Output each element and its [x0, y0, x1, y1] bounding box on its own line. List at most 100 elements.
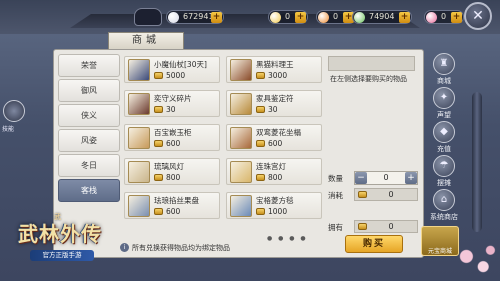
shop-item[interactable]: 琉璃风灯 800	[124, 158, 220, 185]
add-currency-button[interactable]: +	[211, 12, 222, 23]
item-price-value: 5000	[166, 71, 186, 80]
item-name: 连珠宫灯	[256, 162, 286, 171]
side-label: 系统商店	[430, 213, 458, 221]
gold-icon	[154, 208, 163, 215]
item-price: 1000	[256, 207, 287, 216]
item-icon	[230, 127, 252, 149]
reputation-icon: ✦	[433, 87, 455, 109]
currency-5: 0 +	[424, 10, 464, 24]
item-name: 黑猫料理王	[256, 60, 294, 69]
currency-icon	[168, 12, 179, 23]
owned-value-text: 0	[388, 222, 394, 231]
gold-icon	[154, 140, 163, 147]
item-name: 奕守义碎片	[154, 94, 192, 103]
currency-value: 0	[333, 12, 339, 21]
item-grid: 小魔仙杖[30天] 5000 黑猫料理王 3000 奕守义碎片 30 家具鉴定符 30 百宝嵌玉…	[124, 56, 322, 233]
owned-label: 拥有	[328, 223, 343, 232]
shop-item[interactable]: 百宝嵌玉柜 600	[124, 124, 220, 151]
owned-value: 0	[354, 220, 418, 233]
item-name: 宝格菱方毯	[256, 196, 294, 205]
skill-avatar-label: 技能	[2, 126, 15, 133]
item-price: 600	[154, 139, 180, 148]
shop-item[interactable]: 双鸾菱花坐榻 600	[226, 124, 322, 151]
gold-icon	[256, 174, 265, 181]
item-icon	[230, 161, 252, 183]
item-icon	[128, 127, 150, 149]
currency-value: 74904	[369, 12, 395, 21]
scroll-ornament	[472, 92, 482, 232]
item-price-value: 600	[268, 139, 283, 148]
item-price-value: 600	[166, 139, 181, 148]
shop-item[interactable]: 黑猫料理王 3000	[226, 56, 322, 83]
side-recharge-button[interactable]: ◆ 充值	[424, 121, 464, 157]
currency-value: 0	[441, 12, 447, 21]
item-name: 珐琅掐丝果盘	[154, 196, 199, 205]
tab-1[interactable]: 荣誉	[58, 54, 120, 77]
bind-notice: i 所有兑换获得物品均为绑定物品	[120, 243, 230, 253]
item-name: 小魔仙杖[30天]	[154, 60, 207, 69]
item-icon	[230, 195, 252, 217]
close-icon[interactable]: ✕	[464, 2, 492, 30]
item-price: 5000	[154, 71, 185, 80]
flower-ornament	[452, 240, 500, 281]
item-price-value: 800	[166, 173, 181, 182]
gold-icon	[154, 106, 163, 113]
shop-item[interactable]: 家具鉴定符 30	[226, 90, 322, 117]
skill-avatar-icon[interactable]	[3, 100, 25, 122]
side-system-shop-button[interactable]: ⌂ 系统商店	[424, 189, 464, 225]
gold-icon	[358, 223, 367, 230]
tab-4[interactable]: 风姿	[58, 129, 120, 152]
side-shop-button[interactable]: ♜ 商城	[424, 53, 464, 89]
item-price-value: 3000	[268, 71, 288, 80]
item-name: 家具鉴定符	[256, 94, 294, 103]
item-icon	[128, 161, 150, 183]
gold-icon	[154, 72, 163, 79]
item-price: 30	[154, 105, 176, 114]
side-label: 声望	[437, 111, 451, 119]
shop-panel: 荣誉 御风 侠义 风姿 冬日 客栈 小魔仙杖[30天] 5000 黑猫料理王 3000 奕守义碎片…	[53, 49, 424, 258]
add-currency-button[interactable]: +	[399, 12, 410, 23]
item-price: 3000	[256, 71, 287, 80]
tab-2[interactable]: 御风	[58, 79, 120, 102]
gold-icon	[256, 140, 265, 147]
currency-3: 0 +	[316, 10, 356, 24]
item-icon	[230, 93, 252, 115]
add-currency-button[interactable]: +	[451, 12, 462, 23]
cost-value-text: 0	[388, 190, 394, 199]
item-price: 600	[154, 207, 180, 216]
currency-1: 6729418 +	[166, 10, 224, 24]
item-icon	[128, 59, 150, 81]
currency-icon	[354, 12, 365, 23]
item-price: 600	[256, 139, 282, 148]
side-stall-button[interactable]: ☂ 摆摊	[424, 155, 464, 191]
page-indicator: ● ● ● ●	[267, 235, 308, 242]
buy-button[interactable]: 购买	[345, 235, 403, 253]
shop-item[interactable]: 珐琅掐丝果盘 600	[124, 192, 220, 219]
notice-text: 所有兑换获得物品均为绑定物品	[132, 244, 230, 252]
currency-2: 0 +	[268, 10, 308, 24]
item-price-value: 600	[166, 207, 181, 216]
side-reputation-button[interactable]: ✦ 声望	[424, 87, 464, 123]
shop-item[interactable]: 奕守义碎片 30	[124, 90, 220, 117]
item-icon	[128, 195, 150, 217]
minus-button[interactable]: −	[355, 172, 367, 184]
add-currency-button[interactable]: +	[295, 12, 306, 23]
item-name: 双鸾菱花坐榻	[256, 128, 301, 137]
shop-item[interactable]: 连珠宫灯 800	[226, 158, 322, 185]
tab-5[interactable]: 冬日	[58, 154, 120, 177]
category-tabs: 荣誉 御风 侠义 风姿 冬日 客栈	[58, 54, 120, 204]
shop-item[interactable]: 小魔仙杖[30天] 5000	[124, 56, 220, 83]
recharge-icon: ◆	[433, 121, 455, 143]
shop-icon: ♜	[433, 53, 455, 75]
plus-button[interactable]: +	[405, 172, 417, 184]
tab-6[interactable]: 客栈	[58, 179, 120, 202]
item-name: 琉璃风灯	[154, 162, 184, 171]
shop-item[interactable]: 宝格菱方毯 1000	[226, 192, 322, 219]
select-hint: 在左侧选择要购买的物品	[330, 75, 407, 83]
game-logo: 武 武林外传 官方正版手游	[14, 212, 106, 272]
tab-3[interactable]: 侠义	[58, 104, 120, 127]
currency-icon	[426, 12, 437, 23]
gold-icon	[256, 208, 265, 215]
quantity-stepper[interactable]: 0 − +	[354, 171, 418, 185]
item-name: 百宝嵌玉柜	[154, 128, 192, 137]
